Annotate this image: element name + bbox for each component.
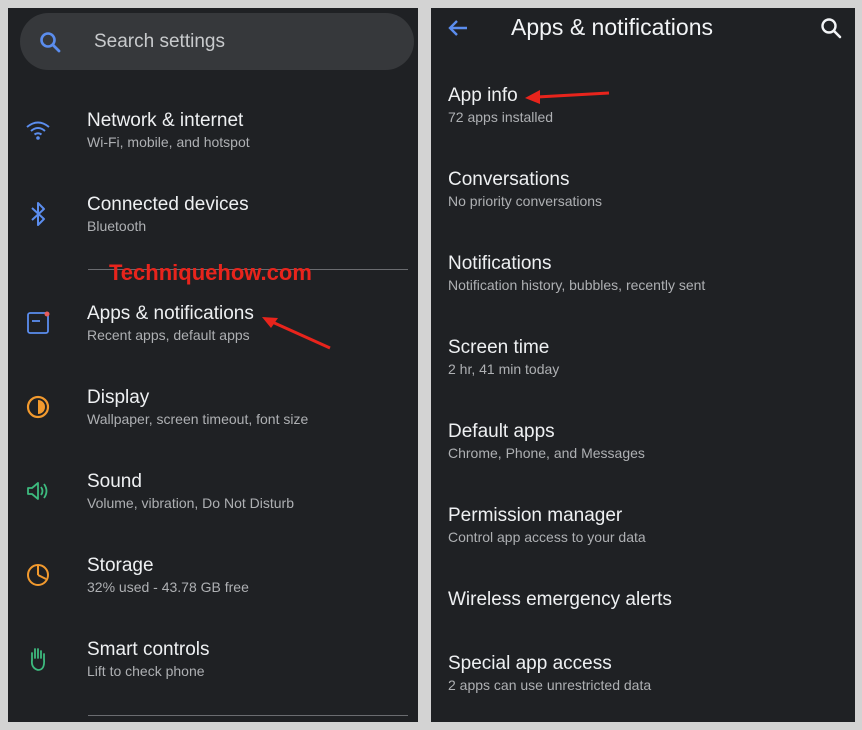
list-item-subtitle: 72 apps installed xyxy=(448,109,554,125)
settings-item-title: Storage xyxy=(87,555,154,576)
settings-item-subtitle: Wi-Fi, mobile, and hotspot xyxy=(87,134,250,150)
apps-notifications-screen: Apps & notifications App info 72 apps in… xyxy=(431,8,855,722)
list-item-screen-time[interactable]: Screen time 2 hr, 41 min today xyxy=(431,337,855,397)
settings-item-subtitle: 32% used - 43.78 GB free xyxy=(87,579,249,595)
search-icon[interactable] xyxy=(819,16,843,40)
search-placeholder: Search settings xyxy=(94,31,225,52)
list-item-subtitle: No priority conversations xyxy=(448,193,603,209)
settings-item-subtitle: Volume, vibration, Do Not Disturb xyxy=(87,495,294,511)
list-item-subtitle: 2 hr, 41 min today xyxy=(448,361,560,377)
settings-item-subtitle: Recent apps, default apps xyxy=(87,327,250,343)
settings-item-title: Connected devices xyxy=(87,194,249,215)
list-item-title: Notifications xyxy=(448,253,552,274)
storage-icon xyxy=(27,564,49,586)
settings-item-sound[interactable]: Sound Volume, vibration, Do Not Disturb xyxy=(8,471,418,531)
settings-item-title: Apps & notifications xyxy=(87,303,254,324)
list-item-subtitle: Control app access to your data xyxy=(448,529,646,545)
settings-item-connected-devices[interactable]: Connected devices Bluetooth xyxy=(8,194,418,254)
settings-item-storage[interactable]: Storage 32% used - 43.78 GB free xyxy=(8,555,418,615)
bluetooth-icon xyxy=(31,202,45,226)
annotation-arrow xyxy=(525,90,610,104)
settings-item-network[interactable]: Network & internet Wi-Fi, mobile, and ho… xyxy=(8,110,418,170)
list-item-title: Wireless emergency alerts xyxy=(448,589,672,610)
settings-item-title: Smart controls xyxy=(87,639,210,660)
page-title: Apps & notifications xyxy=(511,14,714,40)
settings-item-title: Sound xyxy=(87,471,142,492)
apps-icon xyxy=(27,311,50,334)
settings-item-subtitle: Bluetooth xyxy=(87,218,147,234)
list-item-notifications[interactable]: Notifications Notification history, bubb… xyxy=(431,253,855,313)
list-item-title: Screen time xyxy=(448,337,550,358)
hand-gesture-icon xyxy=(30,648,46,671)
list-item-title: Conversations xyxy=(448,169,570,190)
list-item-permission-manager[interactable]: Permission manager Control app access to… xyxy=(431,505,855,565)
settings-item-title: Display xyxy=(87,387,150,408)
list-item-default-apps[interactable]: Default apps Chrome, Phone, and Messages xyxy=(431,421,855,481)
volume-icon xyxy=(27,482,48,500)
back-arrow-icon[interactable] xyxy=(446,16,470,40)
list-item-subtitle: Notification history, bubbles, recently … xyxy=(448,277,706,293)
settings-item-display[interactable]: Display Wallpaper, screen timeout, font … xyxy=(8,387,418,447)
list-item-subtitle: Chrome, Phone, and Messages xyxy=(448,445,645,461)
settings-item-subtitle: Lift to check phone xyxy=(87,663,205,679)
list-item-conversations[interactable]: Conversations No priority conversations xyxy=(431,169,855,229)
list-item-title: Permission manager xyxy=(448,505,623,526)
list-item-app-info[interactable]: App info 72 apps installed xyxy=(431,85,855,145)
list-item-wireless-emergency-alerts[interactable]: Wireless emergency alerts xyxy=(431,589,855,629)
list-item-title: Default apps xyxy=(448,421,555,442)
list-item-title: Special app access xyxy=(448,653,612,674)
search-icon xyxy=(40,32,61,53)
list-item-special-app-access[interactable]: Special app access 2 apps can use unrest… xyxy=(431,653,855,713)
settings-item-subtitle: Wallpaper, screen timeout, font size xyxy=(87,411,309,427)
settings-item-smart-controls[interactable]: Smart controls Lift to check phone xyxy=(8,639,418,699)
settings-screen: Search settings Network & internet Wi-Fi… xyxy=(8,8,418,722)
annotation-arrow xyxy=(262,317,331,350)
search-bar[interactable]: Search settings xyxy=(20,13,414,70)
list-item-title: App info xyxy=(448,85,518,106)
settings-item-title: Network & internet xyxy=(87,110,244,131)
list-item-subtitle: 2 apps can use unrestricted data xyxy=(448,677,652,693)
watermark: Techniquehow.com xyxy=(109,260,312,285)
settings-item-apps-notifications[interactable]: Apps & notifications Recent apps, defaul… xyxy=(8,303,418,363)
brightness-icon xyxy=(26,395,50,419)
divider xyxy=(88,715,408,716)
wifi-icon xyxy=(26,121,50,140)
